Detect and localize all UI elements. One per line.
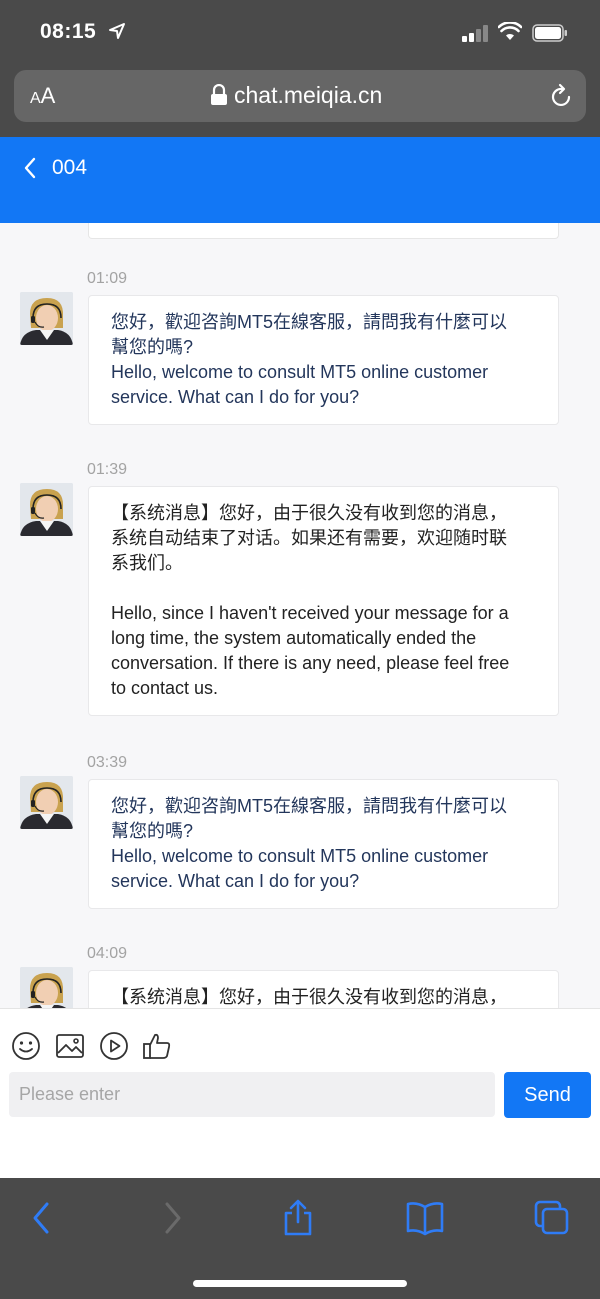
browser-bottom-toolbar: [0, 1178, 600, 1299]
lock-icon: [211, 84, 227, 105]
message-line: 系统自动结束了对话。如果还有需要，欢迎随时联: [111, 528, 507, 548]
thumbs-up-icon[interactable]: [142, 1031, 172, 1061]
bookmarks-icon[interactable]: [405, 1198, 445, 1238]
agent-avatar: [20, 776, 73, 829]
address-bar[interactable]: AA chat.meiqia.cn: [14, 70, 586, 122]
message-line: Hello, since I haven't received your mes…: [111, 603, 509, 623]
message-line: service. What can I do for you?: [111, 871, 360, 891]
chat-title: 004: [52, 156, 88, 179]
status-time: 08:15: [40, 20, 97, 43]
message-line: 系我们。: [111, 553, 183, 573]
agent-avatar: [20, 292, 73, 345]
agent-avatar: [20, 967, 73, 1008]
browser-top-chrome: 08:15 AA chat.meiqia.cn: [0, 0, 600, 137]
emoji-icon[interactable]: [11, 1031, 41, 1061]
agent-avatar-image: [20, 776, 73, 829]
image-icon[interactable]: [55, 1031, 85, 1061]
message-line: Hello, welcome to consult MT5 online cus…: [111, 362, 489, 382]
composer: Send: [0, 1008, 600, 1178]
message-time: 01:09: [87, 270, 128, 287]
tabs-icon[interactable]: [532, 1198, 572, 1238]
message-line: 【系统消息】您好，由于很久没有收到您的消息，: [111, 987, 507, 1007]
message-bubble: 您好，歡迎咨詢MT5在線客服，請問我有什麼可以 幫您的嗎? Hello, wel…: [88, 779, 559, 909]
status-bar: 08:15: [0, 0, 600, 66]
home-indicator[interactable]: [193, 1280, 407, 1287]
browser-back-icon[interactable]: [22, 1198, 62, 1238]
message-line: conversation. If there is any need, plea…: [111, 653, 510, 673]
battery-icon: [532, 24, 567, 42]
message-line: 幫您的嗎?: [111, 821, 194, 841]
url-domain[interactable]: chat.meiqia.cn: [234, 82, 382, 109]
message-line: 您好，歡迎咨詢MT5在線客服，請問我有什麼可以: [111, 312, 507, 332]
send-button[interactable]: Send: [504, 1072, 591, 1118]
agent-avatar-image: [20, 483, 73, 536]
message-line: 【系统消息】您好，由于很久没有收到您的消息，: [111, 503, 507, 523]
message-time: 01:39: [87, 461, 128, 478]
message-line: long time, the system automatically ende…: [111, 628, 477, 648]
message-time: 04:09: [87, 945, 128, 962]
browser-forward-icon[interactable]: [152, 1198, 192, 1238]
cellular-signal-icon: [462, 24, 490, 42]
back-icon[interactable]: [22, 156, 38, 180]
message-bubble: 【系统消息】您好，由于很久没有收到您的消息， 系统自动结束了对话。如果还有需要，…: [88, 486, 559, 716]
message-line: Hello, welcome to consult MT5 online cus…: [111, 846, 489, 866]
agent-avatar-image: [20, 967, 73, 1008]
share-icon[interactable]: [278, 1198, 318, 1238]
chat-header: 004: [0, 137, 600, 223]
message-bubble: 【系统消息】您好，由于很久没有收到您的消息，: [88, 970, 559, 1008]
message-time: 03:39: [87, 754, 128, 771]
message-list[interactable]: 01:09 您好，歡迎咨詢MT5在線客服，請問我有什麼可以 幫您的嗎? Hell…: [0, 223, 600, 1008]
agent-avatar: [20, 483, 73, 536]
reload-icon[interactable]: [548, 83, 574, 109]
previous-message-bubble: [88, 223, 559, 239]
message-line: 幫您的嗎?: [111, 337, 194, 357]
location-arrow-icon: [109, 23, 125, 39]
video-icon[interactable]: [99, 1031, 129, 1061]
message-input[interactable]: [9, 1072, 495, 1117]
message-bubble: 您好，歡迎咨詢MT5在線客服，請問我有什麼可以 幫您的嗎? Hello, wel…: [88, 295, 559, 425]
message-line: service. What can I do for you?: [111, 387, 360, 407]
wifi-icon: [498, 22, 522, 40]
agent-avatar-image: [20, 292, 73, 345]
message-line: to contact us.: [111, 678, 219, 698]
text-size-button[interactable]: AA: [30, 83, 55, 109]
message-line: 您好，歡迎咨詢MT5在線客服，請問我有什麼可以: [111, 796, 507, 816]
